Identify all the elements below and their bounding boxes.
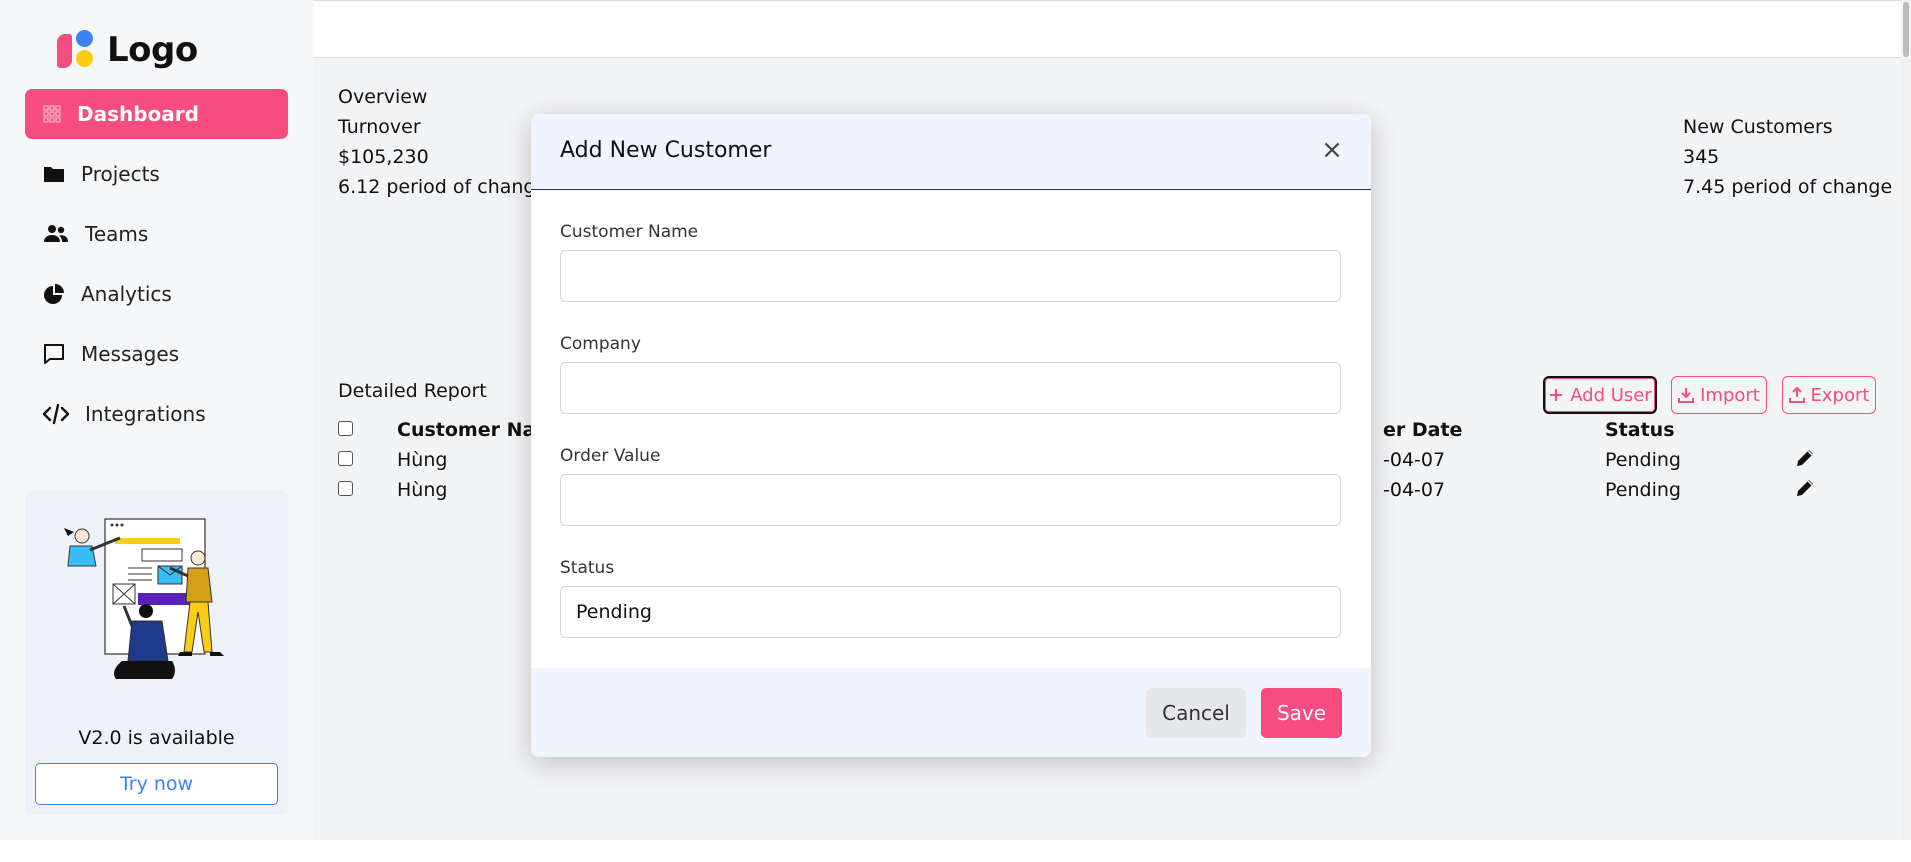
modal-title: Add New Customer <box>560 138 772 163</box>
pie-chart-icon <box>44 284 64 304</box>
sidebar-item-label: Analytics <box>81 282 172 306</box>
cell-customer-name: Hùng <box>397 449 448 471</box>
cancel-button[interactable]: Cancel <box>1146 688 1246 738</box>
code-icon <box>43 403 69 425</box>
cell-order-date: -04-07 <box>1383 479 1446 501</box>
add-user-button[interactable]: Add User <box>1543 376 1657 414</box>
team-illustration <box>64 518 224 679</box>
upload-icon <box>1788 387 1805 403</box>
cell-status: Pending <box>1605 479 1681 501</box>
turnover-change: 6.12 period of change <box>338 176 548 198</box>
sidebar-item-messages[interactable]: Messages <box>25 329 288 379</box>
sidebar-item-projects[interactable]: Projects <box>25 149 288 199</box>
promo-text: V2.0 is available <box>78 727 235 749</box>
new-customers-value: 345 <box>1683 146 1720 168</box>
sidebar-item-label: Projects <box>81 162 160 186</box>
folder-icon <box>44 167 64 182</box>
try-now-button[interactable]: Try now <box>35 763 278 805</box>
order-value-label: Order Value <box>560 446 661 466</box>
customer-name-input[interactable] <box>560 250 1341 302</box>
sidebar-item-teams[interactable]: Teams <box>25 209 288 259</box>
turnover-label: Turnover <box>338 116 421 138</box>
company-label: Company <box>560 334 641 354</box>
sidebar-item-label: Integrations <box>85 402 206 426</box>
sidebar-item-dashboard[interactable]: Dashboard <box>25 89 288 139</box>
plus-icon <box>1550 389 1563 401</box>
add-user-label: Add User <box>1570 384 1652 406</box>
row-checkbox[interactable] <box>338 451 353 466</box>
bottom-strip <box>0 840 1911 862</box>
export-label: Export <box>1810 384 1870 406</box>
sidebar-item-label: Dashboard <box>77 102 199 126</box>
grid-icon <box>43 105 61 123</box>
order-value-input[interactable] <box>560 474 1341 526</box>
sidebar-item-label: Messages <box>81 342 180 366</box>
top-bar <box>313 0 1911 58</box>
modal-footer: Cancel Save <box>531 668 1371 757</box>
edit-pencil-icon[interactable] <box>1794 447 1816 469</box>
logo-text: Logo <box>107 30 198 70</box>
detailed-report-title: Detailed Report <box>338 380 487 402</box>
row-checkbox[interactable] <box>338 481 353 496</box>
column-header-order-date: er Date <box>1383 419 1463 441</box>
overview-title: Overview <box>338 86 428 108</box>
import-button[interactable]: Import <box>1671 376 1767 414</box>
select-all-checkbox[interactable] <box>338 421 353 436</box>
new-customers-label: New Customers <box>1683 116 1833 138</box>
logo-icon <box>57 29 97 71</box>
message-icon <box>44 344 64 364</box>
cell-order-date: -04-07 <box>1383 449 1446 471</box>
scrollbar-thumb[interactable] <box>1903 2 1909 57</box>
customer-name-label: Customer Name <box>560 222 699 242</box>
sidebar: Logo Dashboard Projects Teams Analytics … <box>0 0 313 840</box>
sidebar-item-analytics[interactable]: Analytics <box>25 269 288 319</box>
page-scrollbar[interactable] <box>1901 0 1911 840</box>
modal-header: Add New Customer × <box>531 114 1371 190</box>
import-label: Import <box>1700 384 1760 406</box>
company-input[interactable] <box>560 362 1341 414</box>
sidebar-item-integrations[interactable]: Integrations <box>25 389 288 439</box>
status-label: Status <box>560 558 615 578</box>
save-button[interactable]: Save <box>1261 688 1342 738</box>
upgrade-promo-card: V2.0 is available Try now <box>25 491 288 815</box>
sidebar-nav: Dashboard Projects Teams Analytics Messa… <box>25 89 288 449</box>
status-select[interactable]: Pending <box>560 586 1341 638</box>
turnover-value: $105,230 <box>338 146 429 168</box>
export-button[interactable]: Export <box>1782 376 1876 414</box>
close-icon[interactable]: × <box>1319 137 1345 164</box>
users-icon <box>44 225 68 242</box>
cell-customer-name: Hùng <box>397 479 448 501</box>
new-customers-change: 7.45 period of change <box>1683 176 1893 198</box>
column-header-status: Status <box>1605 419 1675 441</box>
add-customer-modal: Add New Customer × Customer Name Company… <box>531 114 1371 757</box>
sidebar-item-label: Teams <box>85 222 149 246</box>
logo[interactable]: Logo <box>57 29 198 71</box>
cell-status: Pending <box>1605 449 1681 471</box>
edit-pencil-icon[interactable] <box>1794 477 1816 499</box>
download-icon <box>1678 388 1695 403</box>
